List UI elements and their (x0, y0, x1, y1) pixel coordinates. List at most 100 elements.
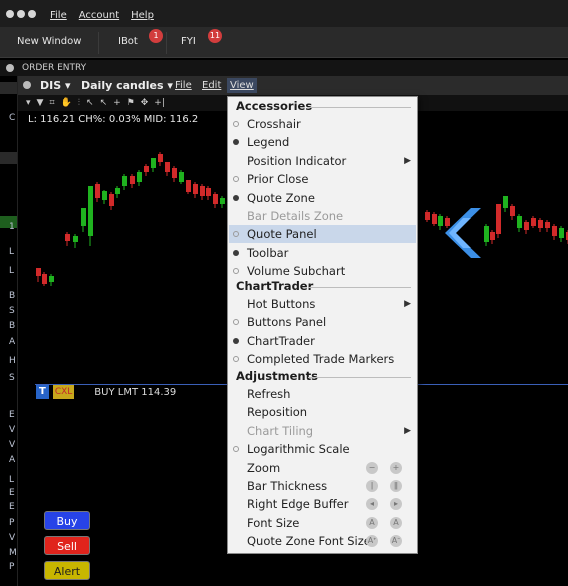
candle-body (95, 184, 100, 198)
menu-item-refresh[interactable]: Refresh (229, 385, 416, 403)
menu-item-right-edge-buffer[interactable]: Right Edge Buffer ◂ ▸ (229, 495, 416, 513)
menu-item-label: Crosshair (247, 117, 301, 131)
menu-item-bar-thickness[interactable]: Bar Thickness ǀ ǁ (229, 477, 416, 495)
decrease-icon[interactable]: ǀ (366, 480, 378, 492)
increase-icon[interactable]: Aᐨ (390, 535, 402, 548)
order-entry-panel-header: ORDER ENTRY (0, 60, 568, 76)
ibot-notification-badge: 1 (149, 29, 163, 43)
candle-body (425, 212, 430, 220)
candle-body (42, 274, 47, 284)
window-controls (6, 10, 36, 18)
menu-item-font-size[interactable]: Font Size A A (229, 514, 416, 532)
menu-section-divider (308, 377, 411, 378)
increase-icon[interactable]: ▸ (390, 498, 402, 511)
candle-body (545, 222, 550, 228)
menu-item-quote-zone[interactable]: Quote Zone (229, 189, 416, 207)
increase-icon[interactable]: ǁ (390, 480, 402, 492)
menu-item-zoom[interactable]: Zoom − + (229, 459, 416, 477)
candle-body (88, 186, 93, 236)
candle-body (137, 172, 142, 182)
transmit-order-button[interactable]: T (36, 385, 49, 399)
menu-section-header: ChartTrader (236, 279, 314, 293)
menu-item-completed-trade-markers[interactable]: Completed Trade Markers (229, 350, 416, 368)
candle-body (186, 180, 191, 192)
increase-icon[interactable]: A (390, 516, 402, 529)
candle-body (193, 184, 198, 194)
menu-item-quote-zone-font-size[interactable]: Quote Zone Font Size Aᐩ Aᐨ (229, 532, 416, 550)
menu-item-volume-subchart[interactable]: Volume Subchart (229, 262, 416, 280)
menu-item-label: Reposition (247, 405, 308, 420)
candle-body (115, 188, 120, 194)
side-strip-label: E (9, 410, 15, 420)
toolbar-divider (166, 32, 167, 54)
side-strip-field[interactable] (0, 82, 17, 94)
candle-body (102, 191, 107, 200)
menu-item-charttrader[interactable]: ChartTrader (229, 332, 416, 350)
order-entry-title: ORDER ENTRY (22, 63, 87, 73)
main-menubar: File Account Help (50, 10, 154, 21)
menu-item-prior-close[interactable]: Prior Close (229, 170, 416, 188)
menu-item-crosshair[interactable]: Crosshair (229, 115, 416, 133)
candle-body (49, 276, 54, 282)
side-strip-field[interactable] (0, 152, 17, 164)
submenu-arrow-icon: ▶ (404, 155, 411, 166)
menu-account[interactable]: Account (79, 10, 119, 21)
checked-radio-icon (233, 249, 239, 256)
menu-item-legend[interactable]: Legend (229, 133, 416, 151)
increase-icon[interactable]: + (390, 461, 402, 474)
side-strip-label: V (9, 533, 16, 543)
side-strip-label: A (9, 337, 16, 347)
side-strip-label: P (9, 562, 15, 572)
menu-file[interactable]: File (50, 10, 67, 21)
side-strip-label: L (9, 247, 15, 257)
menu-item-logarithmic-scale[interactable]: Logarithmic Scale (229, 440, 416, 458)
menu-item-label: Refresh (247, 387, 291, 401)
ibot-button[interactable]: IBot 1 (118, 28, 163, 58)
menu-item-bar-details-zone[interactable]: Bar Details Zone (229, 207, 416, 225)
fyi-button[interactable]: FYI 11 (181, 28, 222, 58)
close-window-icon[interactable] (6, 10, 14, 18)
menu-item-label: Completed Trade Markers (247, 352, 395, 367)
maximize-window-icon[interactable] (28, 10, 36, 18)
minimize-window-icon[interactable] (17, 10, 25, 18)
alert-button[interactable]: Alert (44, 561, 90, 580)
sell-button[interactable]: Sell (44, 536, 90, 555)
side-strip-label: P (9, 518, 15, 528)
menu-item-position-indicator[interactable]: Position Indicator ▶ (229, 152, 416, 170)
menu-help[interactable]: Help (131, 10, 154, 21)
side-strip-label: V (9, 440, 16, 450)
menu-item-reposition[interactable]: Reposition (229, 403, 416, 421)
unchecked-radio-icon (233, 176, 239, 183)
decrease-icon[interactable]: ◂ (366, 498, 378, 511)
side-strip-label: L (9, 475, 15, 485)
side-strip-label: C (9, 113, 16, 123)
unchecked-radio-icon (233, 121, 239, 127)
menu-item-label: Bar Details Zone (247, 209, 344, 223)
decrease-icon[interactable]: Aᐩ (366, 535, 378, 548)
side-strip-label: E (9, 502, 15, 512)
candle-body (73, 236, 78, 242)
menu-item-buttons-panel[interactable]: Buttons Panel (229, 313, 416, 331)
unchecked-radio-icon (233, 356, 239, 363)
menu-item-quote-panel[interactable]: Quote Panel (229, 225, 416, 244)
menu-item-label: Legend (247, 135, 290, 150)
candle-body (130, 176, 135, 184)
menu-item-label: Zoom (247, 460, 281, 475)
candle-body (65, 234, 70, 241)
menu-item-hot-buttons[interactable]: Hot Buttons ▶ (229, 295, 416, 313)
unchecked-radio-icon (233, 319, 239, 326)
new-window-button[interactable]: New Window (17, 28, 81, 58)
menu-item-label: Chart Tiling (247, 423, 314, 438)
tws-window: File Account Help New Window IBot 1 FYI … (0, 0, 568, 586)
cancel-order-button[interactable]: CXL (52, 385, 75, 399)
panel-menu-icon[interactable] (6, 64, 14, 72)
decrease-icon[interactable]: − (366, 461, 378, 474)
decrease-icon[interactable]: A (366, 516, 378, 529)
menu-item-chart-tiling[interactable]: Chart Tiling ▶ (229, 422, 416, 440)
candle-body (172, 168, 177, 178)
menu-item-label: Logarithmic Scale (247, 442, 350, 457)
ibot-label: IBot (118, 36, 138, 47)
cursor-arrow-icon (445, 208, 481, 258)
menu-item-toolbar[interactable]: Toolbar (229, 244, 416, 262)
buy-button[interactable]: Buy (44, 511, 90, 530)
